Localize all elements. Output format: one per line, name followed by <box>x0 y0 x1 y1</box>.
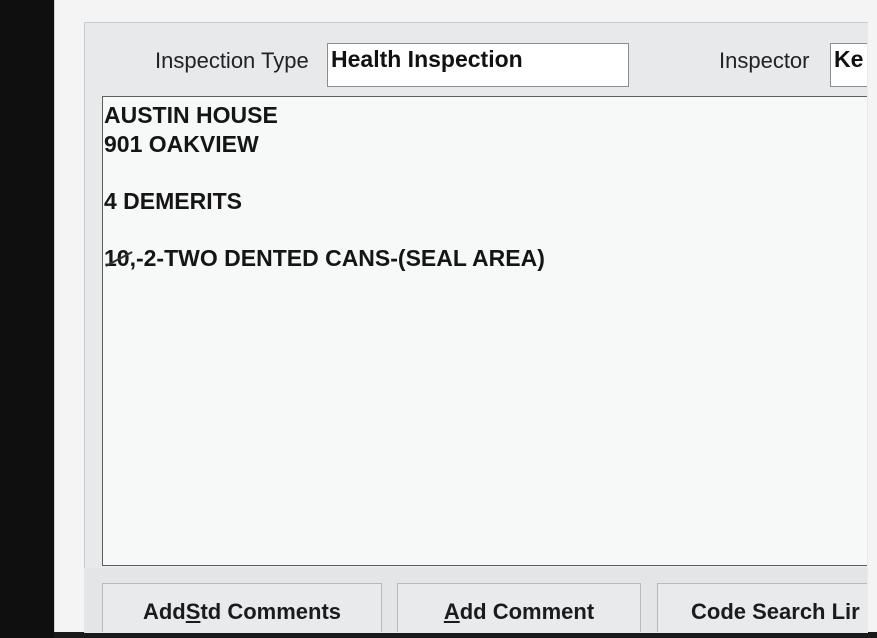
inspector-field[interactable]: Ke <box>830 43 867 87</box>
inspection-type-field[interactable]: Health Inspection <box>327 43 629 87</box>
scan-left-edge <box>0 0 54 638</box>
inspection-type-label: Inspection Type <box>155 48 309 73</box>
comment-line: 4 DEMERITS <box>104 187 243 214</box>
struck-text: 10, <box>104 244 136 271</box>
comment-line <box>104 215 867 244</box>
comment-textarea[interactable]: AUSTIN HOUSE 901 OAKVIEW 4 DEMERITS 10,-… <box>102 96 867 566</box>
code-search-button[interactable]: Code Search Lir <box>657 583 867 632</box>
comment-line: AUSTIN HOUSE <box>104 102 278 128</box>
inspector-label: Inspector <box>719 48 810 73</box>
violation-text: -2-TWO DENTED CANS-(SEAL AREA) <box>135 244 545 271</box>
comment-line: 901 OAKVIEW <box>104 130 259 157</box>
comment-line <box>104 158 867 187</box>
comment-line: 10,-2-TWO DENTED CANS-(SEAL AREA) <box>104 244 867 273</box>
add-std-comments-button[interactable]: Add Std Comments <box>102 583 382 632</box>
add-comment-button[interactable]: Add Comment <box>397 583 641 632</box>
